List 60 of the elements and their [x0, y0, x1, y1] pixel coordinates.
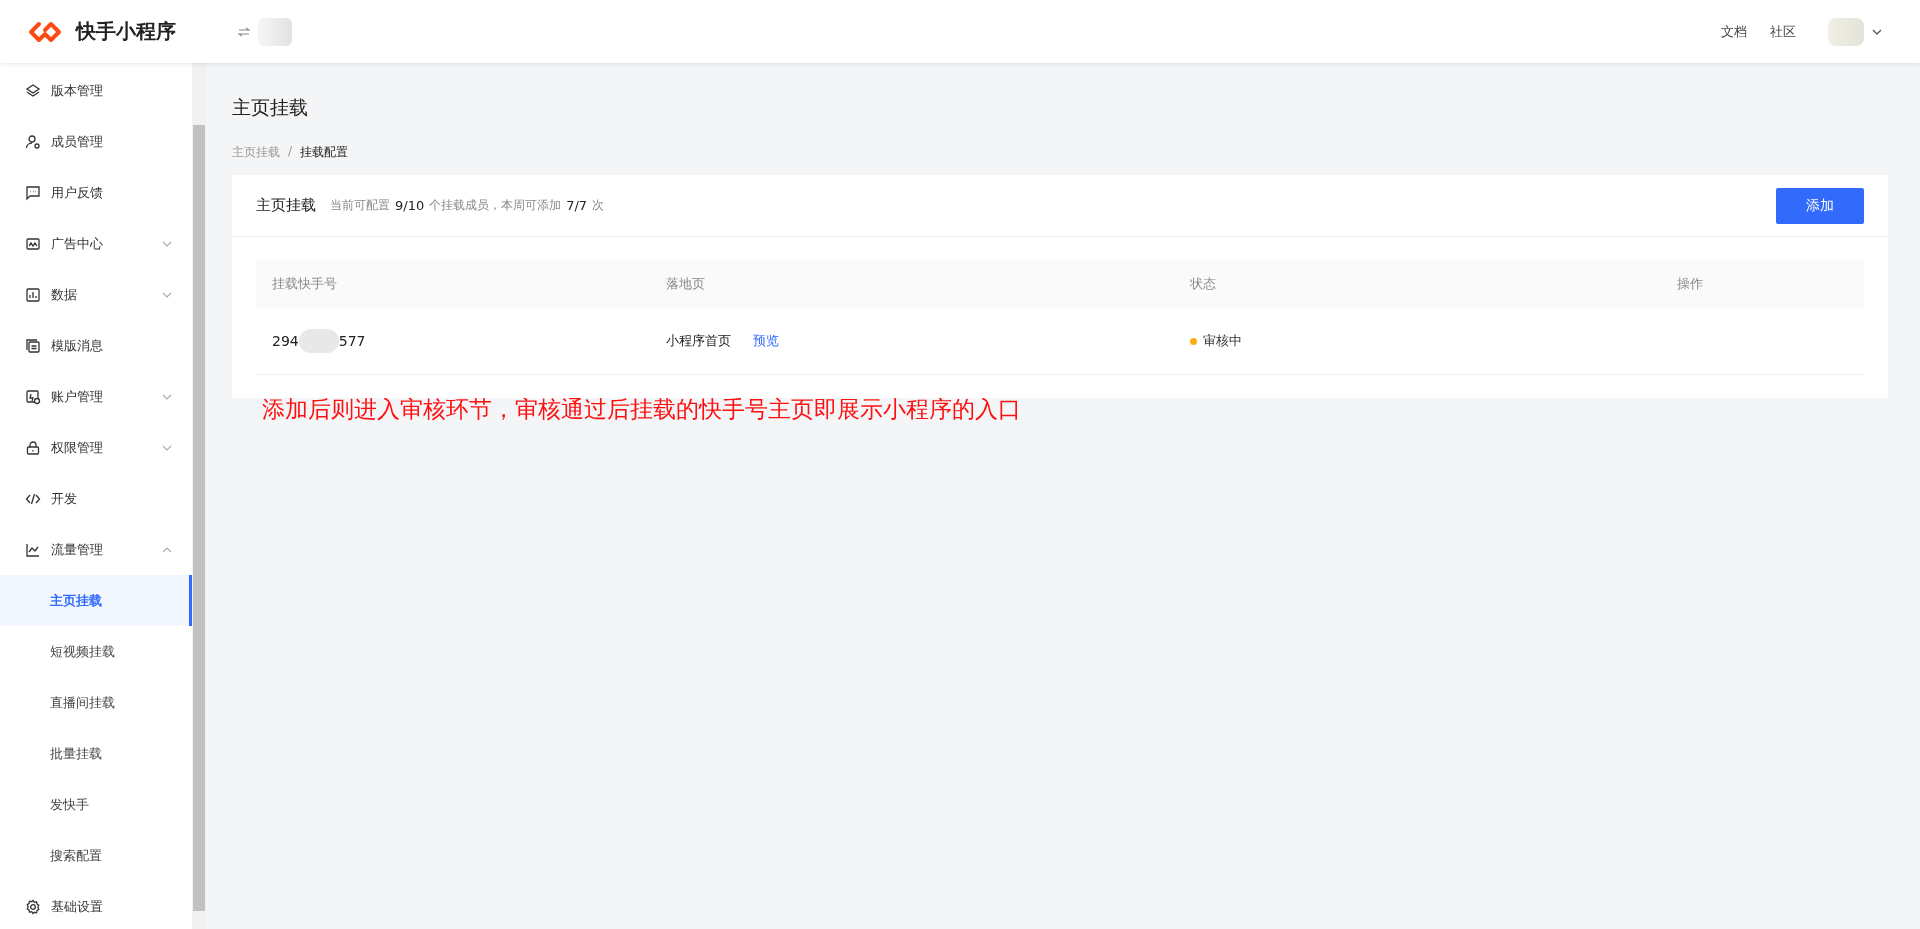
- sidebar-subitem[interactable]: 批量挂载: [0, 728, 192, 779]
- line-chart-icon: [25, 541, 41, 558]
- card-title: 主页挂载: [256, 196, 316, 215]
- summary-text: 9/10: [395, 198, 425, 213]
- bar-chart-icon: [25, 286, 41, 303]
- table-cell: 577: [338, 333, 366, 349]
- chevron-icon: [162, 393, 172, 400]
- summary-text: 当前可配置: [330, 197, 390, 214]
- annotation-text: 添加后则进入审核环节，审核通过后挂载的快手号主页即展示小程序的入口: [262, 395, 1022, 424]
- blurred-app-name: [258, 17, 292, 46]
- status-text: 审核中: [1203, 332, 1242, 350]
- table-cell: 294: [272, 333, 299, 349]
- document-icon: [25, 337, 41, 354]
- sidebar-item[interactable]: 开发: [0, 473, 192, 524]
- ad-icon: [25, 235, 41, 252]
- preview-link[interactable]: 预览: [753, 332, 779, 350]
- page-title: 主页挂载: [232, 95, 309, 120]
- add-button[interactable]: 添加: [1776, 187, 1864, 224]
- brand-name: 快手小程序: [76, 18, 176, 45]
- logo-icon: [28, 20, 62, 43]
- sidebar-item[interactable]: 用户反馈: [0, 167, 192, 218]
- chevron-down-icon[interactable]: [1872, 28, 1882, 35]
- settings-icon: [25, 898, 41, 915]
- sidebar-item[interactable]: 账户管理: [0, 371, 192, 422]
- sidebar-item[interactable]: 数据: [0, 269, 192, 320]
- column-header: 落地页: [665, 275, 706, 293]
- summary-text: 次: [592, 197, 605, 214]
- header-link[interactable]: 文档: [1721, 22, 1747, 41]
- sidebar-item[interactable]: 模版消息: [0, 320, 192, 371]
- column-header: 挂载快手号: [271, 275, 338, 293]
- sidebar-subitem[interactable]: 直播间挂载: [0, 677, 192, 728]
- sidebar-item[interactable]: 权限管理: [0, 422, 192, 473]
- column-header: 操作: [1676, 275, 1704, 293]
- sidebar-subitem[interactable]: 发快手: [0, 779, 192, 830]
- sidebar-item[interactable]: 流量管理: [0, 524, 192, 575]
- lock-icon: [25, 439, 41, 456]
- breadcrumb-item: 挂载配置: [300, 144, 349, 161]
- chat-icon: [25, 184, 41, 201]
- chevron-icon: [162, 240, 172, 247]
- swap-icon[interactable]: [238, 26, 250, 37]
- layers-icon: [25, 82, 41, 99]
- table-cell: 小程序首页: [666, 332, 731, 350]
- wallet-icon: [25, 388, 41, 405]
- chevron-icon: [162, 444, 172, 451]
- header-link[interactable]: 社区: [1770, 22, 1796, 41]
- summary-text: 个挂载成员，本周可添加: [429, 197, 562, 214]
- person-icon: [25, 133, 41, 150]
- summary-text: 7/7: [566, 198, 588, 213]
- chevron-icon: [162, 291, 172, 298]
- sidebar-item[interactable]: 版本管理: [0, 65, 192, 116]
- breadcrumb-separator: /: [288, 144, 293, 160]
- sidebar-subitem[interactable]: 主页挂载: [0, 575, 192, 626]
- column-header: 状态: [1189, 275, 1217, 293]
- sidebar-item[interactable]: 广告中心: [0, 218, 192, 269]
- sidebar-subitem[interactable]: 搜索配置: [0, 830, 192, 881]
- chevron-icon: [162, 546, 172, 553]
- sidebar-item[interactable]: 成员管理: [0, 116, 192, 167]
- sidebar-item[interactable]: 基础设置: [0, 881, 192, 929]
- sidebar-subitem[interactable]: 短视频挂载: [0, 626, 192, 677]
- scrollbar[interactable]: [192, 63, 206, 929]
